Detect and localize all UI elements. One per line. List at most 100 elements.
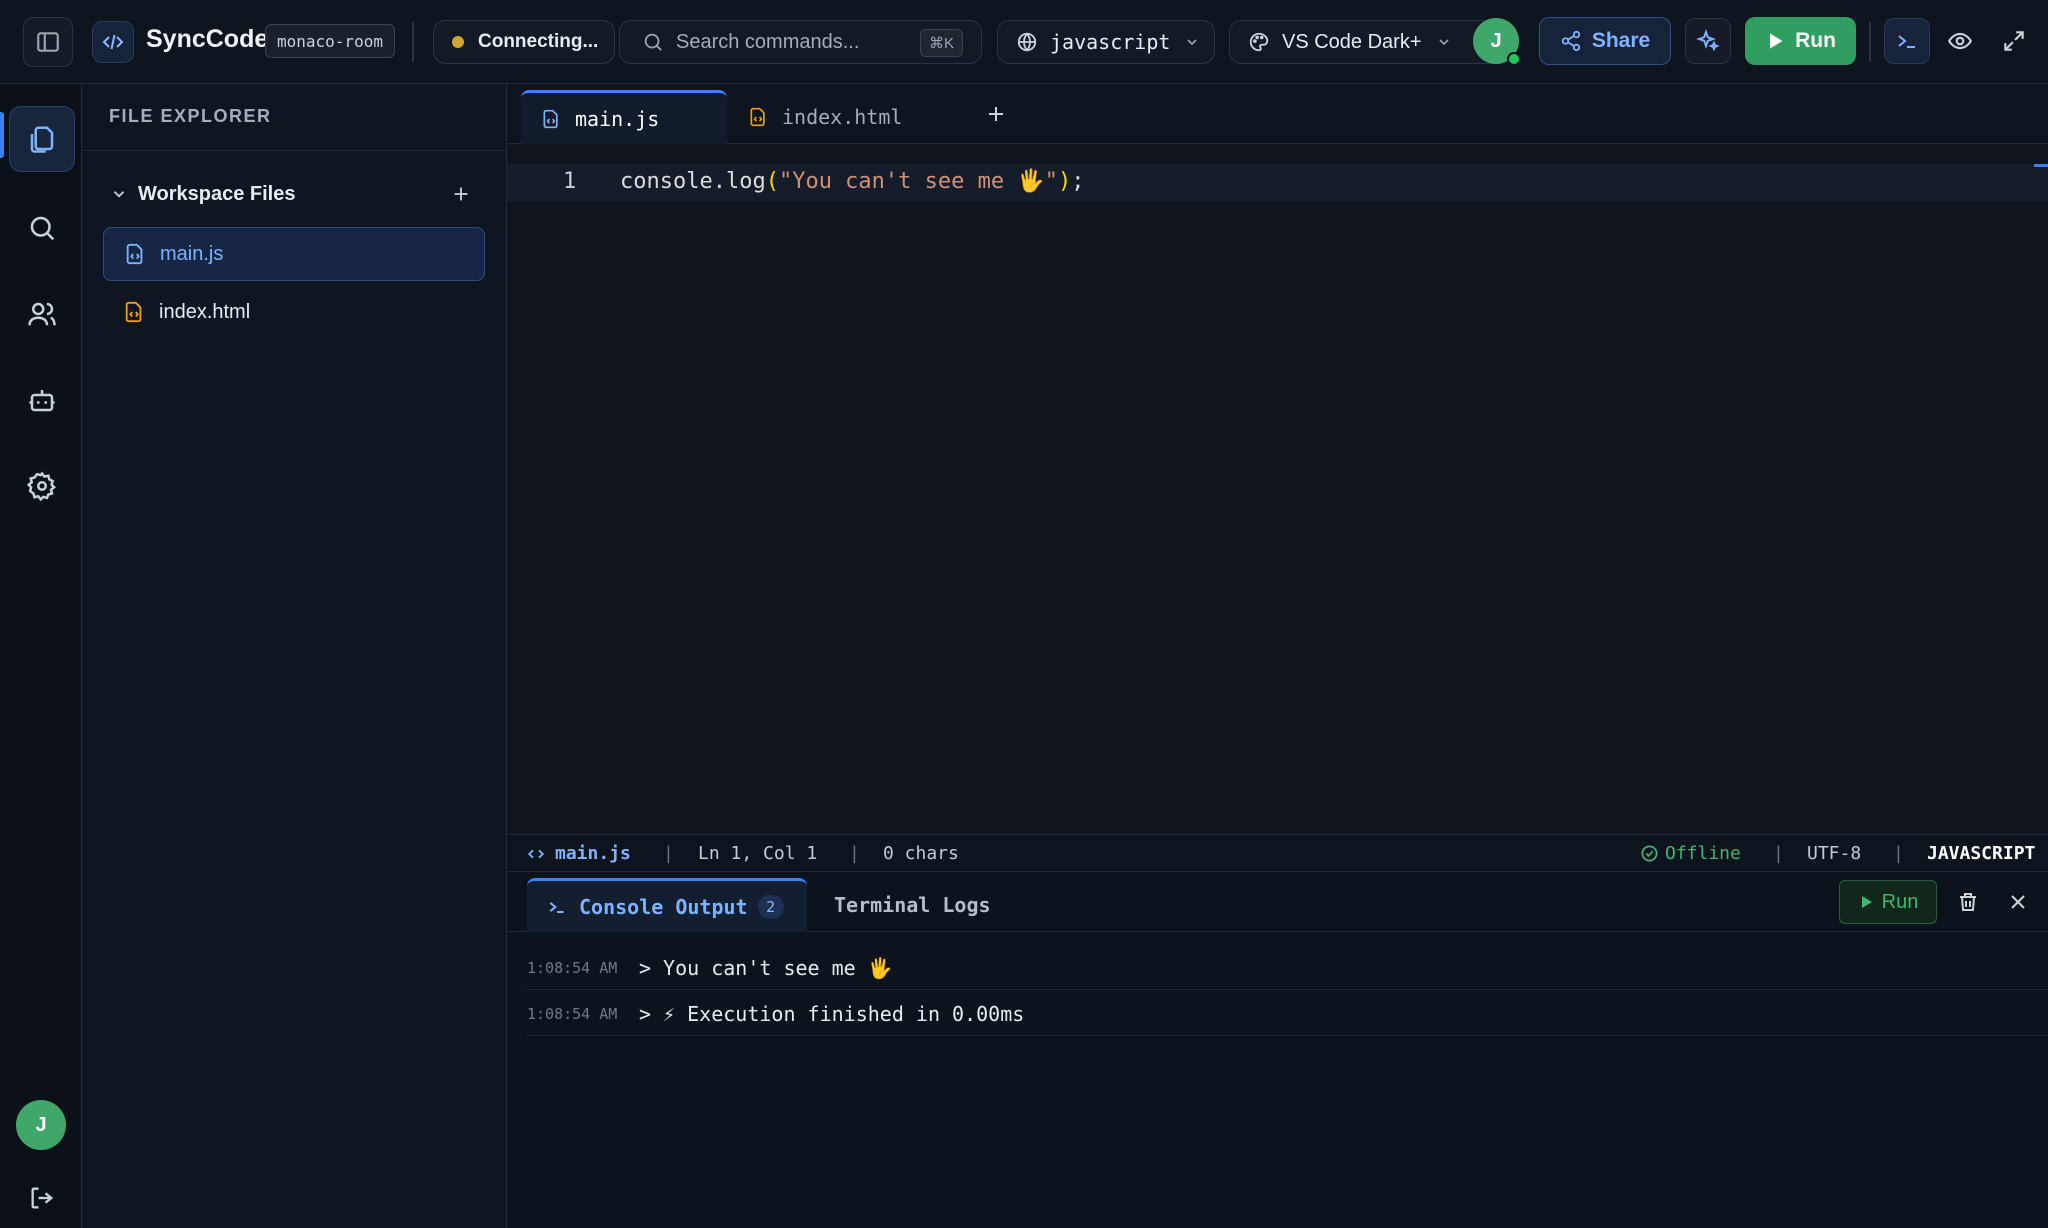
ai-assistant-button[interactable] xyxy=(1685,18,1731,64)
connection-status-label: Connecting... xyxy=(478,31,599,52)
divider: | xyxy=(1893,843,1904,864)
close-console-button[interactable] xyxy=(2006,890,2030,914)
user-avatar[interactable]: J xyxy=(1473,18,1521,66)
chevron-down-icon xyxy=(1187,39,1198,46)
status-file-name: main.js xyxy=(555,843,631,864)
close-icon xyxy=(2011,895,2025,909)
console-log-row: 1:08:54 AM > You can't see me 🖐 xyxy=(527,946,2048,990)
file-explorer: FILE EXPLORER Workspace Files main.js in… xyxy=(82,84,507,1228)
code-token: "You can't see me 🖐" xyxy=(778,169,1059,194)
theme-select[interactable]: VS Code Dark+ xyxy=(1229,20,1506,64)
logout-button[interactable] xyxy=(28,1184,56,1212)
connection-label: Offline xyxy=(1665,843,1741,864)
add-file-icon[interactable] xyxy=(450,183,472,205)
code-editor: main.js index.html 1 console.log("You ca… xyxy=(507,84,2048,834)
workspace-folder[interactable]: Workspace Files xyxy=(110,174,482,214)
tab-label: main.js xyxy=(575,106,660,131)
chevron-down-icon xyxy=(1438,39,1449,46)
terminal-icon xyxy=(549,901,564,913)
play-icon xyxy=(1770,33,1783,49)
status-dot xyxy=(452,36,464,48)
run-label: Run xyxy=(1881,890,1919,913)
plus-icon xyxy=(989,107,1003,121)
fullscreen-button[interactable] xyxy=(2001,28,2027,54)
share-icon xyxy=(1561,30,1580,52)
console-log-row: 1:08:54 AM > ⚡ Execution finished in 0.0… xyxy=(527,992,2048,1036)
clear-console-button[interactable] xyxy=(1956,890,1980,914)
char-count: 0 chars xyxy=(883,843,959,864)
log-timestamp: 1:08:54 AM xyxy=(527,958,618,977)
app-title: SyncCode xyxy=(146,25,269,53)
avatar-initial: J xyxy=(1490,29,1502,52)
file-item-index-html[interactable]: index.html xyxy=(103,285,485,339)
connection-status-pill[interactable]: Connecting... xyxy=(433,20,615,64)
code-brackets-icon xyxy=(102,34,124,50)
logout-icon xyxy=(31,1187,54,1209)
bot-icon xyxy=(29,390,55,412)
encoding-label[interactable]: UTF-8 xyxy=(1807,843,1861,864)
room-badge: monaco-room xyxy=(265,24,395,58)
terminal-icon xyxy=(1898,35,1915,48)
line-number: 1 xyxy=(563,169,577,194)
shortcut-hint: ⌘K xyxy=(919,29,963,57)
activity-ai-bot[interactable] xyxy=(9,367,75,433)
avatar-initial: J xyxy=(35,1113,47,1136)
language-select[interactable]: javascript xyxy=(997,20,1215,64)
code-token: console.log xyxy=(620,169,766,194)
run-label: Run xyxy=(1795,29,1836,52)
play-icon xyxy=(1861,896,1872,908)
tab-main-js[interactable]: main.js xyxy=(521,90,727,144)
app-logo xyxy=(92,21,134,63)
cursor-position[interactable]: Ln 1, Col 1 xyxy=(698,843,817,864)
js-file-icon xyxy=(543,109,558,128)
activity-search[interactable] xyxy=(9,195,75,261)
preview-button[interactable] xyxy=(1947,28,1973,54)
code-line[interactable]: 1 console.log("You can't see me 🖐"); xyxy=(507,164,2048,202)
globe-icon xyxy=(1017,32,1037,52)
activity-files[interactable] xyxy=(9,106,75,172)
sidebar-panel-icon xyxy=(37,32,59,52)
search-placeholder: Search commands... xyxy=(676,30,860,53)
activity-settings[interactable] xyxy=(9,453,75,519)
code-token: ) xyxy=(1058,169,1072,194)
tab-console-output[interactable]: Console Output 2 xyxy=(527,878,807,932)
eye-icon xyxy=(1947,32,1973,50)
activity-bar: J xyxy=(0,84,82,1228)
tab-terminal-logs[interactable]: Terminal Logs xyxy=(834,878,991,932)
code-token: ( xyxy=(765,169,779,194)
log-timestamp: 1:08:54 AM xyxy=(527,1004,618,1023)
log-message: ⚡ Execution finished in 0.00ms xyxy=(663,1001,1025,1026)
search-icon xyxy=(644,33,662,51)
status-file[interactable]: main.js xyxy=(527,843,631,864)
toggle-console-button[interactable] xyxy=(1884,18,1930,64)
status-bar: main.js | Ln 1, Col 1 | 0 chars Offline … xyxy=(507,834,2048,872)
run-button[interactable]: Run xyxy=(1745,17,1856,65)
search-icon xyxy=(30,216,55,241)
console-run-button[interactable]: Run xyxy=(1839,880,1937,924)
workspace-label: Workspace Files xyxy=(138,182,296,205)
scrollbar-marker[interactable] xyxy=(2034,164,2048,167)
divider xyxy=(1869,22,1871,62)
top-bar: SyncCode monaco-room Connecting... Searc… xyxy=(0,0,2048,84)
activity-collaborators[interactable] xyxy=(9,281,75,347)
active-indicator xyxy=(0,112,4,158)
palette-icon xyxy=(1249,32,1269,52)
file-item-main-js[interactable]: main.js xyxy=(103,227,485,281)
language-mode[interactable]: JAVASCRIPT xyxy=(1927,843,2035,864)
divider xyxy=(412,22,414,62)
explorer-title: FILE EXPLORER xyxy=(109,106,272,126)
tab-label: index.html xyxy=(782,105,903,129)
toggle-sidebar-button[interactable] xyxy=(23,17,73,67)
editor-tabs: main.js index.html xyxy=(507,84,2048,144)
new-tab-button[interactable] xyxy=(984,102,1008,126)
share-button[interactable]: Share xyxy=(1539,17,1671,65)
command-search-input[interactable]: Search commands... ⌘K xyxy=(619,20,982,64)
divider: | xyxy=(663,843,674,864)
code-brackets-icon xyxy=(527,849,545,858)
connection-indicator: Offline xyxy=(1640,843,1741,864)
tab-index-html[interactable]: index.html xyxy=(728,90,948,144)
log-prompt: > xyxy=(639,1001,652,1026)
file-name: index.html xyxy=(159,300,251,323)
sidebar-user-avatar[interactable]: J xyxy=(16,1100,66,1150)
html-file-icon xyxy=(125,301,142,323)
